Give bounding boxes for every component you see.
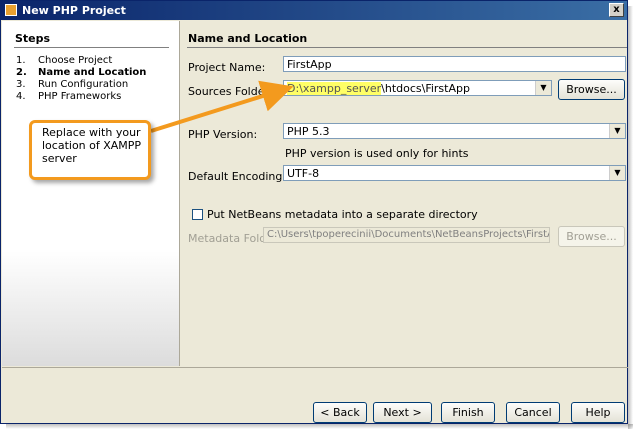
panel-separator — [179, 21, 180, 366]
encoding-label: Default Encoding: — [188, 170, 287, 183]
php-version-hint: PHP version is used only for hints — [285, 147, 469, 160]
project-name-label: Project Name: — [188, 61, 266, 74]
metadata-checkbox[interactable] — [192, 209, 203, 220]
metadata-checkbox-label[interactable]: Put NetBeans metadata into a separate di… — [207, 208, 478, 221]
window-shadow-right — [628, 6, 633, 429]
panel-title-divider — [187, 47, 627, 48]
next-button[interactable]: Next > — [373, 402, 432, 423]
title-bar[interactable]: New PHP Project x — [1, 1, 627, 20]
sources-folder-rest: \htdocs\FirstApp — [381, 82, 470, 95]
panel-title: Name and Location — [188, 32, 308, 45]
help-button[interactable]: Help — [571, 402, 625, 423]
steps-divider — [14, 47, 169, 48]
metadata-browse-button[interactable]: Browse... — [558, 226, 625, 247]
step-item-run-configuration: 3. Run Configuration — [16, 79, 129, 90]
sources-folder-label: Sources Folder: — [188, 85, 273, 98]
chevron-down-icon[interactable]: ▼ — [535, 81, 551, 95]
encoding-value: UTF-8 — [287, 167, 320, 180]
sources-folder-highlight: D:\xampp_server — [287, 82, 382, 95]
finish-button[interactable]: Finish — [441, 402, 495, 423]
step-item-name-location: 2. Name and Location — [16, 67, 147, 78]
php-version-label: PHP Version: — [188, 128, 258, 141]
project-name-input[interactable]: FirstApp — [283, 56, 626, 72]
php-version-select[interactable]: PHP 5.3 ▼ — [283, 123, 626, 139]
encoding-select[interactable]: UTF-8 ▼ — [283, 165, 626, 181]
step-item-choose-project: 1. Choose Project — [16, 55, 113, 66]
chevron-down-icon[interactable]: ▼ — [609, 166, 625, 180]
close-icon[interactable]: x — [609, 3, 624, 17]
netbeans-icon — [5, 4, 17, 16]
footer-separator — [2, 367, 628, 368]
cancel-button[interactable]: Cancel — [506, 402, 560, 423]
window-title: New PHP Project — [22, 4, 126, 17]
php-version-value: PHP 5.3 — [287, 125, 330, 138]
step-item-php-frameworks: 4. PHP Frameworks — [16, 91, 122, 102]
sources-browse-button[interactable]: Browse... — [558, 79, 625, 100]
sources-folder-combo[interactable]: D:\xampp_server\htdocs\FirstApp ▼ — [283, 80, 552, 96]
steps-decoration — [2, 251, 179, 366]
metadata-folder-input[interactable]: C:\Users\tpoperecinii\Documents\NetBeans… — [263, 227, 550, 243]
chevron-down-icon[interactable]: ▼ — [609, 124, 625, 138]
dialog-window: New PHP Project x Steps 1. Choose Project… — [0, 0, 628, 424]
window-shadow-bottom — [6, 424, 633, 429]
steps-header: Steps — [15, 32, 51, 45]
steps-panel: Steps 1. Choose Project 2. Name and Locati… — [2, 21, 179, 366]
annotation-callout: Replace with your location of XAMPP serv… — [29, 120, 151, 180]
back-button[interactable]: < Back — [313, 402, 367, 423]
